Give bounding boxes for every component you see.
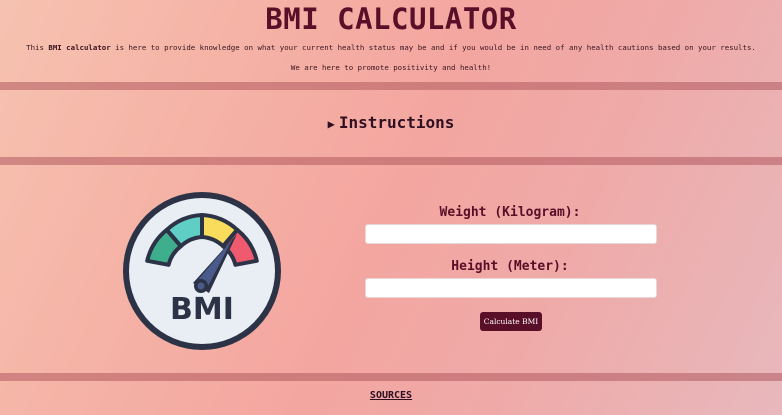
disclosure-triangle-icon: ▶ — [327, 117, 335, 131]
weight-input[interactable] — [365, 224, 657, 244]
instructions-label: Instructions — [338, 113, 455, 132]
header: BMI CALCULATOR This BMI calculator is he… — [0, 0, 782, 82]
description-suffix: is here to provide knowledge on what you… — [110, 43, 756, 52]
page-title: BMI CALCULATOR — [265, 2, 517, 36]
tagline: We are here to promote positivity and he… — [290, 63, 492, 72]
calculate-bmi-button[interactable]: Calculate BMI — [480, 312, 542, 331]
bmi-gauge-icon: BMI — [123, 192, 281, 350]
sources-link[interactable]: SOURCES — [0, 390, 782, 401]
gauge-hub-center — [197, 282, 205, 290]
height-label: Height (Meter): — [451, 259, 569, 274]
instructions-toggle[interactable]: ▶ Instructions — [0, 112, 782, 135]
divider-bottom — [0, 373, 782, 381]
height-input[interactable] — [365, 278, 657, 298]
description: This BMI calculator is here to provide k… — [0, 43, 782, 53]
divider-middle — [0, 157, 782, 165]
description-prefix: This — [26, 43, 49, 52]
weight-label: Weight (Kilogram): — [439, 205, 581, 220]
divider-top — [0, 82, 782, 90]
description-bold: BMI calculator — [48, 43, 111, 52]
gauge-text: BMI — [170, 292, 234, 327]
